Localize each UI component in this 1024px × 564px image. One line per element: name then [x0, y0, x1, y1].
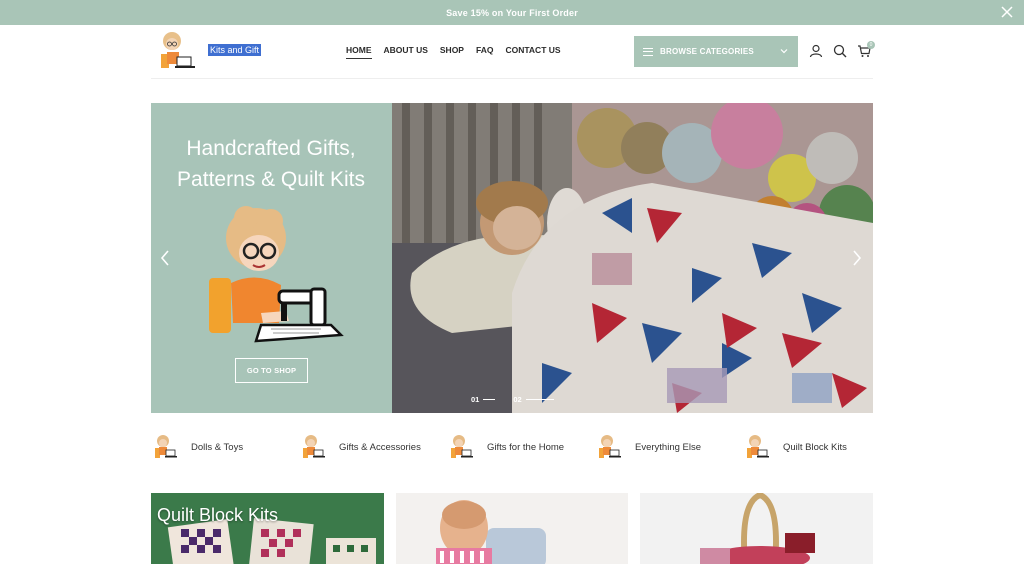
tile-basket[interactable] [640, 493, 873, 564]
category-quilt-block-kits[interactable]: Quilt Block Kits [743, 433, 847, 461]
category-gifts-for-the-home[interactable]: Gifts for the Home [447, 433, 564, 461]
logo[interactable] [153, 29, 199, 75]
category-dolls-toys[interactable]: Dolls & Toys [151, 433, 243, 461]
hero-slider: Handcrafted Gifts, Patterns & Quilt Kits… [151, 103, 873, 413]
cart-count-badge: 0 [867, 41, 875, 49]
menu-icon [643, 47, 653, 56]
grandma-sewing-illustration [209, 206, 344, 343]
slide-dot-bar [525, 399, 554, 400]
slider-next-arrow-icon[interactable] [851, 249, 863, 267]
basket-image [640, 493, 873, 564]
slide-dot-2[interactable]: 02 [513, 395, 554, 404]
account-icon[interactable] [809, 44, 823, 58]
slide-dot-label: 01 [471, 395, 480, 404]
browse-categories-button[interactable]: BROWSE CATEGORIES [634, 36, 798, 67]
grandma-sewing-icon [747, 435, 769, 458]
main-nav: HOME ABOUT US SHOP FAQ CONTACT US [346, 45, 561, 59]
browse-categories-label: BROWSE CATEGORIES [660, 47, 754, 56]
go-to-shop-button[interactable]: GO TO SHOP [235, 358, 308, 383]
nav-faq[interactable]: FAQ [476, 45, 493, 59]
promo-text: Save 15% on Your First Order [446, 7, 578, 18]
close-icon[interactable] [1000, 5, 1014, 19]
hero-title: Handcrafted Gifts, Patterns & Quilt Kits [161, 133, 381, 195]
grandma-sewing-icon [451, 435, 473, 458]
slider-prev-arrow-icon[interactable] [159, 249, 171, 267]
slider-pagination: 01 02 [471, 395, 554, 404]
site-title[interactable]: Kits and Gift [208, 44, 262, 56]
chevron-down-icon [780, 49, 788, 54]
tile-dolls[interactable] [396, 493, 628, 564]
hero-title-line2: Patterns & Quilt Kits [177, 168, 365, 191]
nav-contact-us[interactable]: CONTACT US [505, 45, 560, 59]
category-gifts-accessories[interactable]: Gifts & Accessories [299, 433, 421, 461]
grandma-sewing-icon [155, 435, 177, 458]
nav-shop[interactable]: SHOP [440, 45, 464, 59]
grandma-sewing-icon [599, 435, 621, 458]
site-header: Kits and Gift HOME ABOUT US SHOP FAQ CON… [151, 25, 875, 79]
category-shortcuts: Dolls & Toys Gifts & Accessories Gifts f… [151, 433, 873, 463]
nav-about-us[interactable]: ABOUT US [384, 45, 428, 59]
quilt-blocks-image [151, 493, 384, 564]
category-label: Gifts for the Home [487, 441, 565, 453]
category-everything-else[interactable]: Everything Else [595, 433, 701, 461]
search-icon[interactable] [833, 44, 847, 58]
tile-title: Quilt Block Kits [157, 505, 279, 525]
grandma-sewing-icon [303, 435, 325, 458]
promo-bar: Save 15% on Your First Order [0, 0, 1024, 25]
cart-icon[interactable]: 0 [857, 41, 875, 58]
category-label: Everything Else [635, 441, 702, 453]
category-label: Quilt Block Kits [783, 441, 847, 453]
hero-title-line1: Handcrafted Gifts, [186, 137, 356, 160]
slide-dot-label: 02 [513, 395, 522, 404]
hero-text-panel: Handcrafted Gifts, Patterns & Quilt Kits… [151, 103, 392, 413]
slide-dot-1[interactable]: 01 [471, 395, 496, 404]
doll-image [396, 493, 628, 564]
tile-quilt-block-kits[interactable]: Quilt Block Kits [151, 493, 384, 564]
category-label: Dolls & Toys [191, 441, 244, 453]
slide-dot-bar [483, 399, 496, 400]
hero-photo [392, 103, 873, 413]
nav-home[interactable]: HOME [346, 45, 372, 59]
category-label: Gifts & Accessories [339, 441, 421, 453]
